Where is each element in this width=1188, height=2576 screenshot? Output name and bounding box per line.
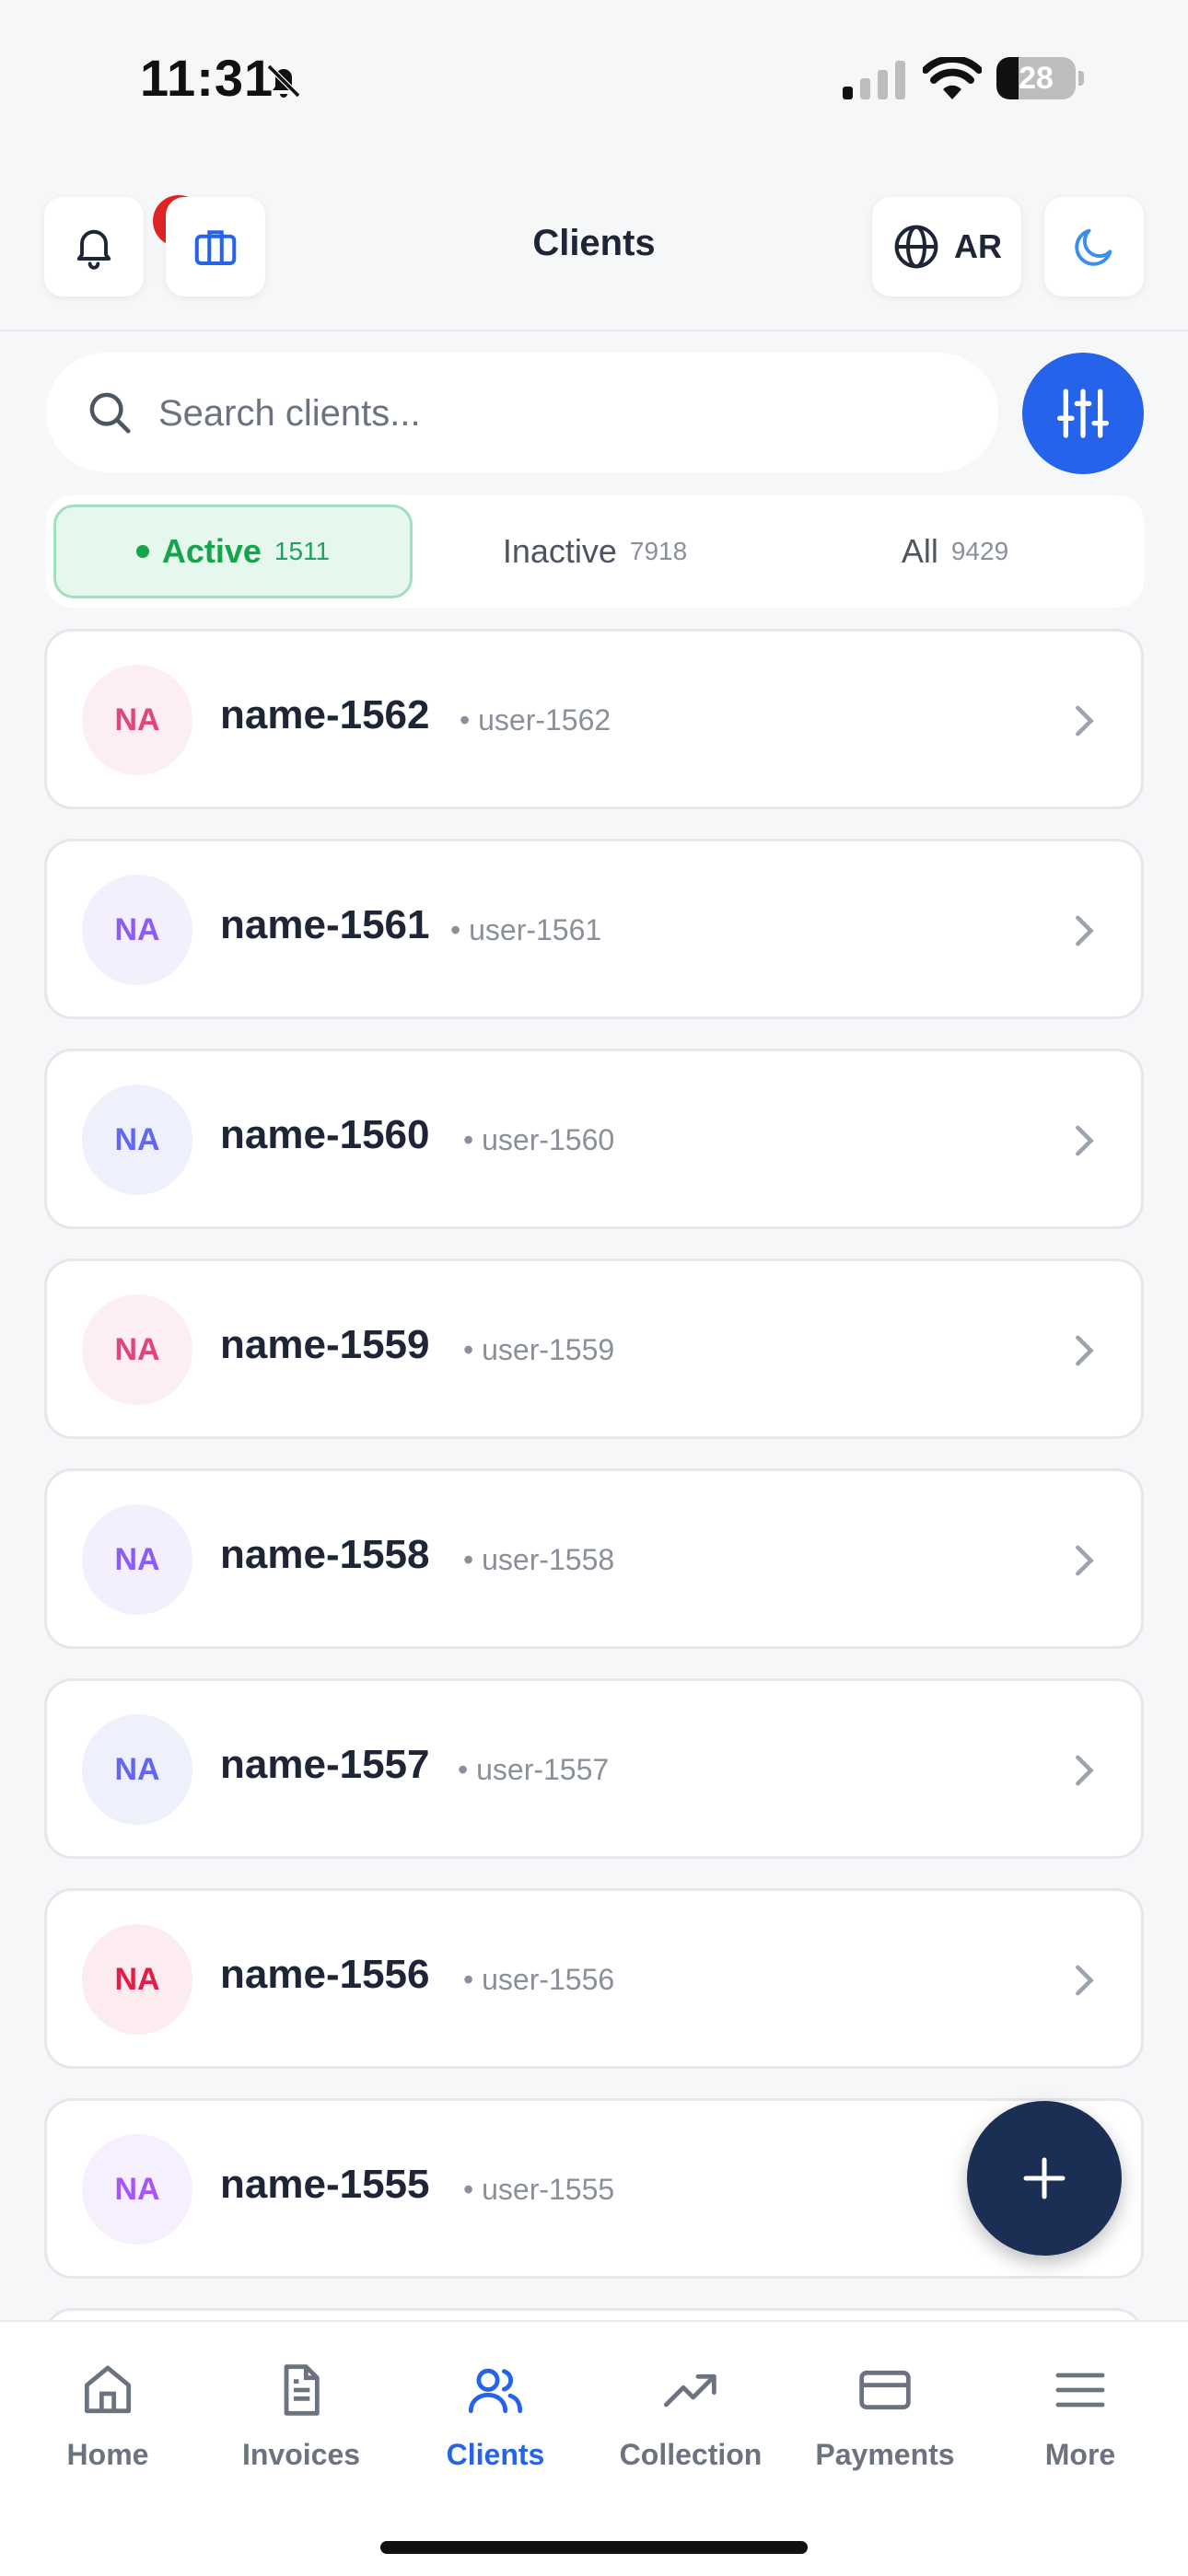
avatar: NA bbox=[82, 1924, 192, 2035]
nav-label: Clients bbox=[446, 2438, 545, 2471]
chevron-right-icon bbox=[1076, 1125, 1094, 1156]
tab-label: Inactive bbox=[502, 532, 617, 570]
sliders-icon bbox=[1057, 389, 1109, 438]
tab-label: Active bbox=[161, 532, 262, 570]
language-label: AR bbox=[954, 227, 1002, 265]
client-card[interactable]: NA name-1562 • user-1562 bbox=[44, 629, 1144, 809]
trending-up-icon bbox=[663, 2373, 716, 2408]
avatar: NA bbox=[82, 1714, 192, 1825]
tab-active[interactable]: Active 1511 bbox=[53, 505, 413, 598]
wifi-icon bbox=[923, 57, 982, 99]
add-client-button[interactable] bbox=[967, 2101, 1122, 2256]
chevron-right-icon bbox=[1076, 1755, 1094, 1786]
client-username: • user-1560 bbox=[463, 1123, 615, 1156]
client-card[interactable]: NA name-1561 • user-1561 bbox=[44, 839, 1144, 1019]
tab-count: 7918 bbox=[629, 537, 688, 565]
client-card[interactable]: NA name-1557 • user-1557 bbox=[44, 1678, 1144, 1859]
client-name: name-1561 bbox=[220, 902, 430, 947]
nav-payments[interactable]: Payments bbox=[788, 2361, 982, 2489]
nav-label: Invoices bbox=[241, 2438, 361, 2471]
nav-more[interactable]: More bbox=[984, 2361, 1177, 2489]
chevron-right-icon bbox=[1076, 1335, 1094, 1366]
chevron-right-icon bbox=[1076, 1965, 1094, 1996]
globe-icon bbox=[894, 225, 938, 269]
tab-label: All bbox=[901, 532, 938, 570]
status-tabs: Active 1511 Inactive 7918 All 9429 bbox=[46, 495, 1144, 608]
chevron-right-icon bbox=[1076, 915, 1094, 946]
client-card[interactable]: NA name-1556 • user-1556 bbox=[44, 1888, 1144, 2069]
nav-label: Collection bbox=[619, 2438, 763, 2471]
client-name: name-1559 bbox=[220, 1322, 430, 1367]
client-username: • user-1558 bbox=[463, 1543, 615, 1576]
client-username: • user-1559 bbox=[463, 1333, 615, 1366]
client-card[interactable]: NA name-1558 • user-1558 bbox=[44, 1468, 1144, 1649]
client-name: name-1560 bbox=[220, 1112, 430, 1157]
filter-button[interactable] bbox=[1022, 353, 1144, 474]
client-name: name-1558 bbox=[220, 1532, 430, 1577]
menu-icon bbox=[1055, 2373, 1105, 2408]
home-indicator bbox=[380, 2541, 808, 2554]
plus-icon bbox=[1023, 2157, 1066, 2199]
client-name: name-1557 bbox=[220, 1742, 430, 1787]
bottom-navigation: Home Invoices Clients Collection Payment… bbox=[0, 2320, 1188, 2576]
client-card[interactable]: NA name-1560 • user-1560 bbox=[44, 1049, 1144, 1229]
avatar: NA bbox=[82, 875, 192, 985]
document-icon bbox=[284, 2364, 320, 2416]
client-name: name-1555 bbox=[220, 2162, 430, 2207]
chevron-right-icon bbox=[1076, 705, 1094, 737]
client-card[interactable]: NA name-1559 • user-1559 bbox=[44, 1259, 1144, 1439]
users-icon bbox=[468, 2368, 523, 2414]
tab-inactive[interactable]: Inactive 7918 bbox=[415, 505, 775, 598]
bell-muted-icon bbox=[266, 64, 301, 99]
nav-home[interactable]: Home bbox=[11, 2361, 204, 2489]
tab-count: 9429 bbox=[950, 537, 1009, 565]
client-username: • user-1561 bbox=[450, 913, 602, 946]
client-card[interactable] bbox=[44, 2308, 1144, 2321]
search-bar[interactable] bbox=[46, 353, 998, 472]
nav-clients[interactable]: Clients bbox=[399, 2361, 592, 2489]
app-header: 15 Clients AR bbox=[0, 184, 1188, 331]
client-username: • user-1555 bbox=[463, 2173, 615, 2206]
language-button[interactable]: AR bbox=[872, 197, 1021, 296]
search-input[interactable] bbox=[157, 380, 971, 447]
search-icon bbox=[89, 392, 131, 434]
nav-label: Home bbox=[66, 2438, 149, 2471]
avatar: NA bbox=[82, 1504, 192, 1615]
home-icon bbox=[84, 2365, 132, 2414]
nav-collection[interactable]: Collection bbox=[594, 2361, 787, 2489]
active-dot-icon bbox=[135, 545, 149, 558]
theme-toggle-button[interactable] bbox=[1044, 197, 1144, 296]
nav-label: More bbox=[1044, 2438, 1116, 2471]
avatar: NA bbox=[82, 2134, 192, 2245]
nav-invoices[interactable]: Invoices bbox=[204, 2361, 398, 2489]
avatar: NA bbox=[82, 1294, 192, 1405]
cellular-signal-icon bbox=[843, 61, 905, 99]
status-time: 11:31 bbox=[140, 49, 274, 107]
moon-icon bbox=[1075, 228, 1112, 266]
battery-level: 28 bbox=[1019, 61, 1054, 96]
client-username: • user-1557 bbox=[458, 1753, 610, 1786]
credit-card-icon bbox=[859, 2370, 911, 2410]
nav-label: Payments bbox=[815, 2438, 955, 2471]
client-username: • user-1556 bbox=[463, 1963, 615, 1996]
client-name: name-1562 bbox=[220, 692, 430, 737]
tab-count: 1511 bbox=[274, 537, 331, 565]
chevron-right-icon bbox=[1076, 1545, 1094, 1576]
avatar: NA bbox=[82, 1085, 192, 1195]
avatar: NA bbox=[82, 665, 192, 775]
tab-all[interactable]: All 9429 bbox=[775, 505, 1135, 598]
client-name: name-1556 bbox=[220, 1952, 430, 1997]
client-username: • user-1562 bbox=[460, 703, 611, 737]
client-list: NA name-1562 • user-1562 NA name-1561 • … bbox=[44, 629, 1144, 2321]
battery-icon: 28 bbox=[996, 57, 1085, 101]
status-bar: 11:31 28 bbox=[0, 0, 1188, 157]
